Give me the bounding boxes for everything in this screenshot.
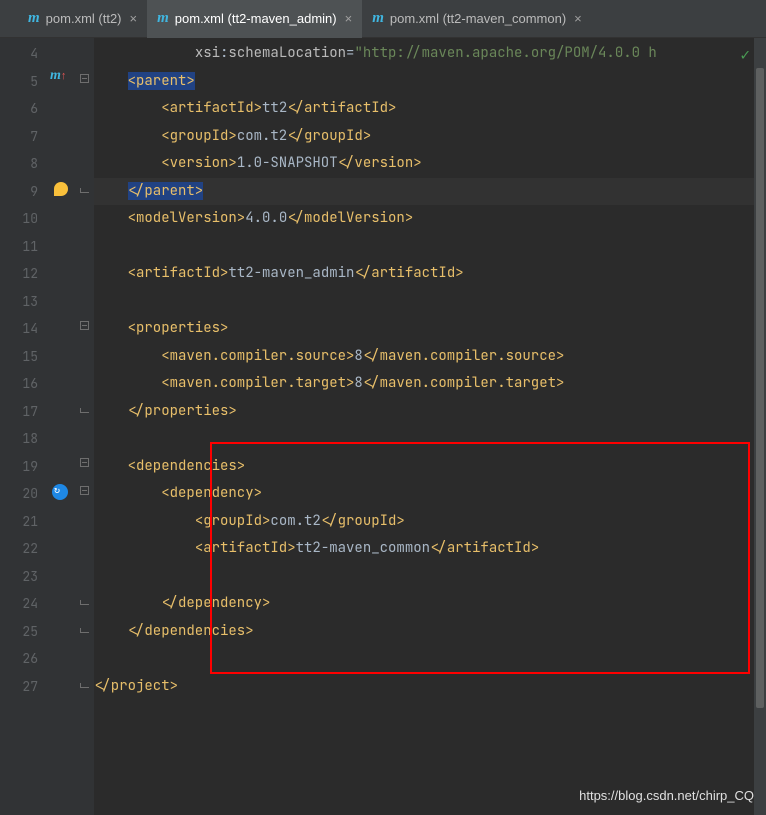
line-number: 25 — [0, 618, 38, 646]
line-number: 6 — [0, 95, 38, 123]
code-line[interactable]: <artifactId>tt2</artifactId> — [94, 95, 766, 123]
code-line[interactable] — [94, 288, 766, 316]
code-area[interactable]: ✓ xsi:schemaLocation="http://maven.apach… — [94, 38, 766, 815]
line-number: 10 — [0, 205, 38, 233]
line-number: 21 — [0, 508, 38, 536]
line-number: 19 — [0, 453, 38, 481]
code-line[interactable]: xsi:schemaLocation="http://maven.apache.… — [94, 40, 766, 68]
code-line[interactable]: <artifactId>tt2-maven_admin</artifactId> — [94, 260, 766, 288]
code-line[interactable]: <modelVersion>4.0.0</modelVersion> — [94, 205, 766, 233]
close-icon[interactable]: × — [574, 11, 582, 26]
code-line[interactable]: <properties> — [94, 315, 766, 343]
tab-pom-tt2[interactable]: m pom.xml (tt2) × — [18, 0, 147, 38]
line-number: 15 — [0, 343, 38, 371]
icon-gutter: m↑ — [48, 38, 76, 815]
fold-toggle-icon[interactable] — [80, 74, 89, 83]
fold-end-icon — [80, 600, 89, 605]
maven-icon: m — [157, 10, 169, 27]
line-number: 11 — [0, 233, 38, 261]
highlight-annotation — [210, 442, 750, 674]
line-number: 12 — [0, 260, 38, 288]
reload-icon[interactable] — [52, 484, 68, 500]
code-line[interactable]: </parent> — [94, 178, 766, 206]
code-line[interactable]: <maven.compiler.target>8</maven.compiler… — [94, 370, 766, 398]
line-number: 17 — [0, 398, 38, 426]
fold-end-icon — [80, 188, 89, 193]
code-line[interactable]: </properties> — [94, 398, 766, 426]
code-line[interactable] — [94, 233, 766, 261]
tab-label: pom.xml (tt2-maven_admin) — [175, 11, 337, 26]
line-number: 9 — [0, 178, 38, 206]
fold-toggle-icon[interactable] — [80, 458, 89, 467]
line-number: 22 — [0, 535, 38, 563]
line-number: 20 — [0, 480, 38, 508]
tab-label: pom.xml (tt2-maven_common) — [390, 11, 566, 26]
line-number: 8 — [0, 150, 38, 178]
maven-icon: m — [372, 10, 384, 27]
line-number: 13 — [0, 288, 38, 316]
line-number: 18 — [0, 425, 38, 453]
fold-end-icon — [80, 408, 89, 413]
code-line[interactable]: <groupId>com.t2</groupId> — [94, 123, 766, 151]
fold-end-icon — [80, 628, 89, 633]
code-line[interactable]: </project> — [94, 673, 766, 701]
code-editor[interactable]: 4567891011121314151617181920212223242526… — [0, 38, 766, 815]
line-number: 16 — [0, 370, 38, 398]
watermark-text: https://blog.csdn.net/chirp_CQ — [579, 788, 754, 803]
maven-parent-icon: m↑ — [50, 68, 66, 84]
maven-icon: m — [28, 10, 40, 27]
line-number: 4 — [0, 40, 38, 68]
code-line[interactable]: <version>1.0-SNAPSHOT</version> — [94, 150, 766, 178]
analysis-ok-icon[interactable]: ✓ — [740, 44, 750, 65]
editor-tab-bar: m pom.xml (tt2) × m pom.xml (tt2-maven_a… — [0, 0, 766, 38]
code-line[interactable]: <maven.compiler.source>8</maven.compiler… — [94, 343, 766, 371]
vertical-scrollbar[interactable] — [754, 38, 766, 815]
line-number: 27 — [0, 673, 38, 701]
close-icon[interactable]: × — [130, 11, 138, 26]
line-number: 5 — [0, 68, 38, 96]
tab-label: pom.xml (tt2) — [46, 11, 122, 26]
tab-pom-admin[interactable]: m pom.xml (tt2-maven_admin) × — [147, 0, 362, 38]
scrollbar-thumb[interactable] — [756, 68, 764, 708]
line-number: 26 — [0, 645, 38, 673]
tab-pom-common[interactable]: m pom.xml (tt2-maven_common) × — [362, 0, 592, 38]
close-icon[interactable]: × — [345, 11, 353, 26]
code-line[interactable]: <parent> — [94, 68, 766, 96]
line-number: 24 — [0, 590, 38, 618]
fold-toggle-icon[interactable] — [80, 321, 89, 330]
line-number: 23 — [0, 563, 38, 591]
line-number: 14 — [0, 315, 38, 343]
fold-gutter — [76, 38, 94, 815]
fold-toggle-icon[interactable] — [80, 486, 89, 495]
intention-bulb-icon[interactable] — [54, 182, 68, 196]
fold-end-icon — [80, 683, 89, 688]
line-number: 7 — [0, 123, 38, 151]
line-number-gutter: 4567891011121314151617181920212223242526… — [0, 38, 48, 815]
